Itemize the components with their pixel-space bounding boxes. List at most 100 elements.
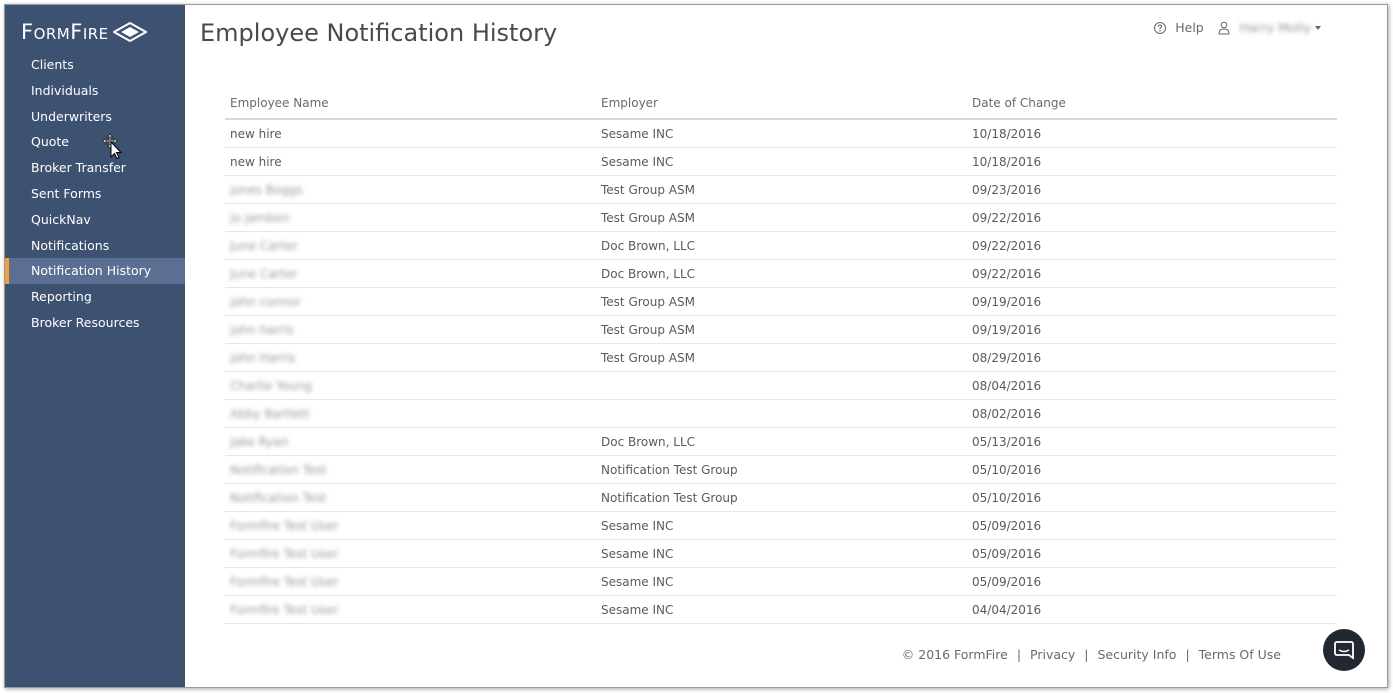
employer-cell: Sesame INC (596, 511, 967, 540)
table-row[interactable]: jo jambon Test Group ASM 09/22/2016 (225, 203, 1337, 232)
sidebar-item-quicknav[interactable]: QuickNav (5, 207, 185, 233)
employer-cell: Doc Brown, LLC (596, 259, 967, 288)
employee-name-cell: jo jambon (225, 203, 596, 232)
table-row[interactable]: john connor Test Group ASM 09/19/2016 (225, 287, 1337, 316)
employee-name-cell: new hire (225, 119, 596, 148)
table-row[interactable]: new hire Sesame INC 10/18/2016 (225, 147, 1337, 176)
sidebar-item-sent-forms[interactable]: Sent Forms (5, 181, 185, 207)
employee-name-cell: June Carter (225, 231, 596, 260)
brand-name: FormFire (21, 20, 109, 44)
security-info-link[interactable]: Security Info (1097, 647, 1176, 662)
sidebar-item-label: Clients (31, 57, 74, 72)
employer-cell (596, 371, 967, 400)
employee-name-cell: john connor (225, 287, 596, 316)
table-row[interactable]: Notification Test Notification Test Group… (225, 483, 1337, 512)
date-of-change-cell: 09/22/2016 (967, 203, 1337, 232)
sidebar-item-reporting[interactable]: Reporting (5, 284, 185, 310)
date-of-change-cell: 08/02/2016 (967, 399, 1337, 428)
date-of-change-cell: 05/09/2016 (967, 567, 1337, 596)
chat-bubble-icon (1334, 641, 1354, 660)
employee-name-cell: john Harris (225, 343, 596, 372)
table-body: new hire Sesame INC 10/18/2016 new hire Sesa… (225, 119, 1337, 624)
sidebar-item-notifications[interactable]: Notifications (5, 233, 185, 259)
sidebar-item-notification-history[interactable]: Notification History (5, 258, 185, 285)
employer-cell: Test Group ASM (596, 203, 967, 232)
date-of-change-cell: 05/13/2016 (967, 427, 1337, 456)
employer-cell: Sesame INC (596, 539, 967, 568)
employer-cell: Notification Test Group (596, 483, 967, 512)
employee-name-cell: Formfire Test User (225, 511, 596, 540)
sidebar: FormFire Clients Individuals Underwriters Q… (5, 5, 185, 687)
table-row[interactable]: new hire Sesame INC 10/18/2016 (225, 119, 1337, 148)
sidebar-item-broker-transfer[interactable]: Broker Transfer (5, 155, 185, 181)
employee-name-cell: June Carter (225, 259, 596, 288)
sidebar-item-broker-resources[interactable]: Broker Resources (5, 310, 185, 336)
sidebar-item-label: QuickNav (31, 211, 91, 227)
sidebar-item-label: Broker Resources (31, 314, 140, 330)
table-row[interactable]: Abby Bartlett 08/02/2016 (225, 399, 1337, 428)
employer-cell: Doc Brown, LLC (596, 231, 967, 260)
user-name: Harry Molly (1239, 20, 1311, 35)
sidebar-item-label: Individuals (31, 82, 99, 98)
footer-separator: | (1084, 647, 1089, 662)
table-row[interactable]: jones Boggs Test Group ASM 09/23/2016 (225, 175, 1337, 204)
sidebar-item-label: Broker Transfer (31, 160, 126, 176)
table-row[interactable]: Formfire Test User Sesame INC 05/09/2016 (225, 539, 1337, 568)
footer: © 2016 FormFire | Privacy | Security Inf… (902, 647, 1281, 662)
employee-name-cell: john harris (225, 315, 596, 344)
terms-of-use-link[interactable]: Terms Of Use (1199, 647, 1281, 662)
employee-name-cell: new hire (225, 147, 596, 176)
column-date-of-change[interactable]: Date of Change (967, 88, 1337, 120)
table-row[interactable]: Formfire Test User Sesame INC 04/04/2016 (225, 595, 1337, 624)
table-header-row: Employee Name Employer Date of Change (225, 88, 1337, 120)
date-of-change-cell: 09/23/2016 (967, 175, 1337, 204)
move-cursor-icon (102, 133, 123, 159)
table-row[interactable]: Formfire Test User Sesame INC 05/09/2016 (225, 567, 1337, 596)
page-title: Employee Notification History (200, 19, 558, 47)
table-row[interactable]: john Harris Test Group ASM 08/29/2016 (225, 343, 1337, 372)
top-bar: Help Harry Molly (1153, 20, 1321, 35)
sidebar-item-clients[interactable]: Clients (5, 52, 185, 78)
user-menu[interactable]: Harry Molly (1218, 20, 1321, 35)
column-employee-name[interactable]: Employee Name (225, 88, 596, 120)
table-row[interactable]: June Carter Doc Brown, LLC 09/22/2016 (225, 231, 1337, 260)
brand-logo[interactable]: FormFire (21, 17, 147, 47)
sidebar-item-label: Quote (31, 134, 70, 150)
sidebar-item-label: Notification History (31, 263, 152, 279)
app-window: FormFire Clients Individuals Underwriters Q… (4, 4, 1388, 688)
table-row[interactable]: June Carter Doc Brown, LLC 09/22/2016 (225, 259, 1337, 288)
chat-button[interactable] (1323, 629, 1365, 671)
employer-cell: Test Group ASM (596, 175, 967, 204)
user-icon (1218, 21, 1230, 34)
sidebar-item-label: Underwriters (31, 108, 112, 124)
table-row[interactable]: Charlie Young 08/04/2016 (225, 371, 1337, 400)
date-of-change-cell: 08/04/2016 (967, 371, 1337, 400)
table-row[interactable]: Jake Ryan Doc Brown, LLC 05/13/2016 (225, 427, 1337, 456)
table-row[interactable]: Formfire Test User Sesame INC 05/09/2016 (225, 511, 1337, 540)
date-of-change-cell: 04/04/2016 (967, 595, 1337, 624)
employee-name-cell: Jake Ryan (225, 427, 596, 456)
employer-cell: Notification Test Group (596, 455, 967, 484)
column-employer[interactable]: Employer (596, 88, 967, 120)
date-of-change-cell: 09/22/2016 (967, 231, 1337, 260)
employer-cell: Doc Brown, LLC (596, 427, 967, 456)
date-of-change-cell: 09/19/2016 (967, 315, 1337, 344)
table-row[interactable]: john harris Test Group ASM 09/19/2016 (225, 315, 1337, 344)
sidebar-item-underwriters[interactable]: Underwriters (5, 104, 185, 130)
privacy-link[interactable]: Privacy (1030, 647, 1075, 662)
date-of-change-cell: 09/22/2016 (967, 259, 1337, 288)
table-row[interactable]: Notification Test Notification Test Group… (225, 455, 1337, 484)
employer-cell (596, 399, 967, 428)
employee-name-cell: jones Boggs (225, 175, 596, 204)
employee-name-cell: Formfire Test User (225, 567, 596, 596)
copyright-text: © 2016 FormFire (901, 647, 1008, 662)
employee-name-cell: Notification Test (225, 455, 596, 484)
chevron-down-icon (1315, 25, 1321, 30)
help-link[interactable]: Help (1153, 20, 1204, 35)
sidebar-item-quote[interactable]: Quote (5, 129, 185, 155)
employee-name-cell: Formfire Test User (225, 539, 596, 568)
employee-name-cell: Abby Bartlett (225, 399, 596, 428)
date-of-change-cell: 10/18/2016 (967, 119, 1337, 148)
sidebar-item-individuals[interactable]: Individuals (5, 78, 185, 104)
notification-history-table: Employee Name Employer Date of Change ne… (225, 88, 1337, 624)
